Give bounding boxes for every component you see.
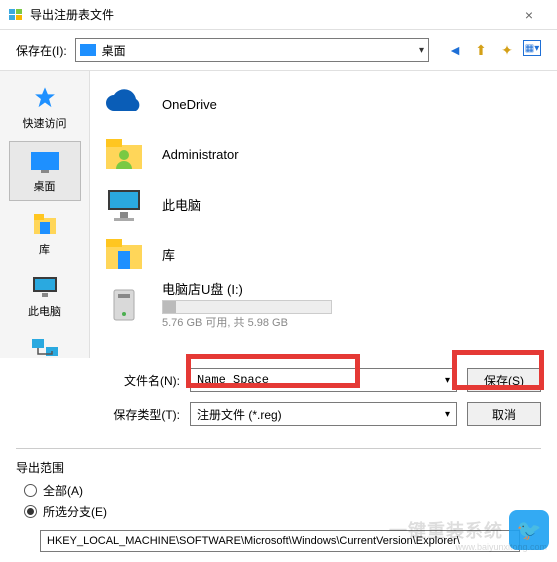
item-label: 库 [162,245,175,264]
sidebar-label: 快速访问 [23,115,67,131]
location-combo[interactable]: 桌面 ▾ [75,38,429,62]
filename-input[interactable]: Name Space ▾ [190,368,457,392]
library-icon [29,211,61,239]
sidebar-label: 库 [39,241,50,257]
radio-icon-selected [24,505,37,518]
watermark: 一键重装系统 🐦 www.baiyunxitong.com [389,510,549,550]
watermark-url: www.baiyunxitong.com [455,542,547,552]
separator [16,448,541,449]
app-icon [8,7,24,23]
close-button[interactable]: × [509,7,549,23]
view-icon[interactable]: ▦▾ [523,40,541,56]
title-bar: 导出注册表文件 × [0,0,557,30]
library-folder-icon [100,233,148,275]
item-label: OneDrive [162,97,217,112]
form-area: 文件名(N): Name Space ▾ 保存(S) 保存类型(T): 注册文件… [0,358,557,442]
filename-value: Name Space [197,373,269,387]
toolbar: 保存在(I): 桌面 ▾ ◄ ⬆ ✦ ▦▾ [0,30,557,70]
filename-row: 文件名(N): Name Space ▾ 保存(S) [100,368,541,392]
body: 快速访问 桌面 库 此电脑 网络 OneDrive Administrator [0,70,557,358]
item-label: 电脑店U盘 (I:) [162,279,332,298]
chevron-down-icon: ▾ [445,375,450,386]
pc-icon [100,183,148,225]
watermark-text: 一键重装系统 [389,517,503,543]
sidebar-item-network[interactable]: 网络 [9,329,81,358]
toolbar-icons: ◄ ⬆ ✦ ▦▾ [445,40,541,60]
star-icon [29,85,61,113]
sidebar-item-desktop[interactable]: 桌面 [9,141,81,201]
list-item-admin[interactable]: Administrator [100,129,547,179]
location-text: 桌面 [102,42,126,59]
user-folder-icon [100,133,148,175]
list-item-libraries[interactable]: 库 [100,229,547,279]
filetype-combo[interactable]: 注册文件 (*.reg) ▾ [190,402,457,426]
desktop-screen-icon [29,148,61,176]
cancel-button[interactable]: 取消 [467,402,541,426]
filetype-row: 保存类型(T): 注册文件 (*.reg) ▾ 取消 [100,402,541,426]
storage-bar [162,300,332,314]
filetype-value: 注册文件 (*.reg) [197,406,282,423]
cloud-icon [100,83,148,125]
filetype-label: 保存类型(T): [100,406,180,423]
back-icon[interactable]: ◄ [445,40,465,60]
item-sublabel: 5.76 GB 可用, 共 5.98 GB [162,314,332,330]
radio-all[interactable]: 全部(A) [24,482,533,499]
list-item-thispc[interactable]: 此电脑 [100,179,547,229]
sidebar-label: 此电脑 [28,303,61,319]
places-sidebar: 快速访问 桌面 库 此电脑 网络 [0,71,90,358]
chevron-down-icon: ▾ [419,45,424,56]
sidebar-item-thispc[interactable]: 此电脑 [9,267,81,325]
desktop-icon [80,44,96,56]
export-range-label: 导出范围 [16,459,541,476]
chevron-down-icon: ▾ [445,409,450,420]
sidebar-item-quickaccess[interactable]: 快速访问 [9,79,81,137]
save-in-label: 保存在(I): [16,42,67,59]
save-button[interactable]: 保存(S) [467,368,541,392]
filename-label: 文件名(N): [100,372,180,389]
network-icon [29,335,61,358]
radio-all-label: 全部(A) [43,482,83,499]
file-list[interactable]: OneDrive Administrator 此电脑 库 电脑店U盘 (I:) … [90,71,557,358]
window-title: 导出注册表文件 [30,6,509,23]
drive-icon [100,283,148,325]
sidebar-item-libraries[interactable]: 库 [9,205,81,263]
monitor-icon [29,273,61,301]
sidebar-label: 桌面 [34,178,56,194]
radio-branch-label: 所选分支(E) [43,503,107,520]
item-label: Administrator [162,147,239,162]
radio-icon [24,484,37,497]
list-item-onedrive[interactable]: OneDrive [100,79,547,129]
up-icon[interactable]: ⬆ [471,40,491,60]
new-folder-icon[interactable]: ✦ [497,40,517,60]
item-label: 此电脑 [162,195,201,214]
list-item-usb[interactable]: 电脑店U盘 (I:) 5.76 GB 可用, 共 5.98 GB [100,279,547,329]
